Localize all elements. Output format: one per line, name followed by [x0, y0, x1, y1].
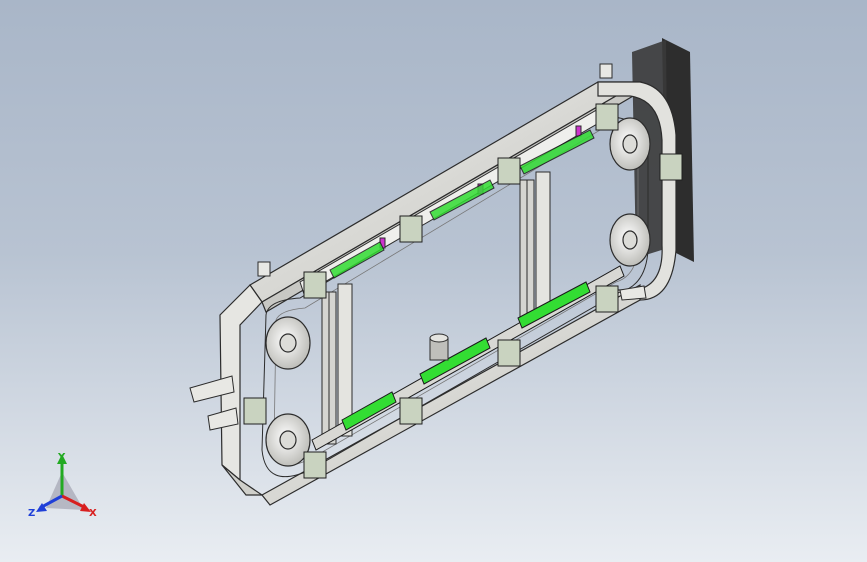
x-axis-label: X	[89, 508, 97, 519]
axis-triad: Y X Z	[28, 452, 97, 519]
drive-motor	[429, 333, 449, 361]
cad-3d-viewport[interactable]: Y X Z	[0, 0, 867, 562]
z-axis-label: Z	[28, 508, 35, 519]
y-axis-label: Y	[57, 452, 66, 463]
conveyor-model[interactable]	[0, 0, 867, 562]
